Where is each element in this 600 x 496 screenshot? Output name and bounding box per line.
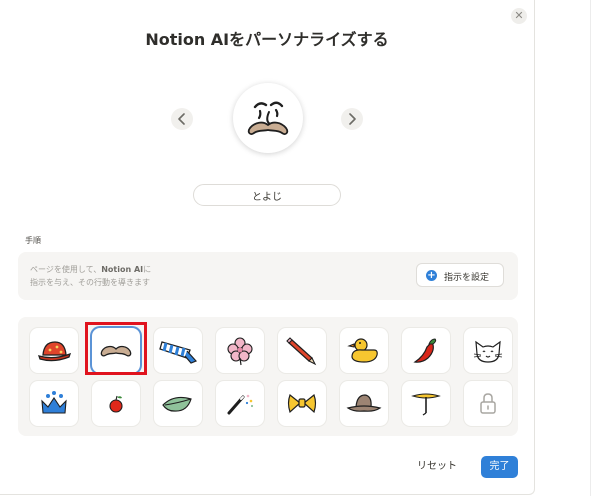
accessory-tile-wand[interactable]: [216, 381, 264, 426]
avatar-name-input[interactable]: [193, 184, 341, 206]
accessory-tile-scarf[interactable]: [154, 328, 202, 373]
red-pencil-icon: [286, 337, 317, 366]
cat-face-icon: [473, 340, 503, 363]
chili-pepper-icon: [413, 338, 437, 363]
set-instructions-label: 指示を設定: [444, 273, 490, 283]
lock-icon: [480, 393, 496, 414]
close-button[interactable]: ✕: [511, 8, 527, 24]
bow-tie-icon: [287, 394, 317, 414]
pink-flower-icon: [227, 337, 253, 366]
window-edge: [590, 0, 591, 496]
chevron-left-icon: [178, 113, 185, 125]
accessory-tile-chili[interactable]: [402, 328, 450, 373]
personalize-dialog: ✕ Notion AIをパーソナライズする 手順 ページを使用: [0, 0, 535, 495]
accessory-tile-leaf[interactable]: [154, 381, 202, 426]
accessory-tile-propeller[interactable]: [402, 381, 450, 426]
leaf-icon: [162, 396, 192, 412]
accessory-tile-mustache[interactable]: [92, 328, 140, 373]
accessory-tile-cat[interactable]: [464, 328, 512, 373]
accessory-tile-duck[interactable]: [340, 328, 388, 373]
previous-avatar-button[interactable]: [171, 108, 193, 130]
reset-button[interactable]: リセット: [417, 457, 457, 472]
magic-wand-icon: [227, 394, 254, 415]
close-icon: ✕: [514, 9, 524, 22]
instructions-panel: ページを使用して、Notion AIに 指示を与え、その行動を導きます + 指示…: [18, 252, 518, 300]
mustache-face-icon: [247, 101, 289, 135]
accessory-tile-crown[interactable]: [30, 381, 78, 426]
apple-icon: [109, 395, 123, 413]
plus-icon: +: [426, 270, 437, 281]
accessory-tile-flower[interactable]: [216, 328, 264, 373]
avatar-face: [233, 83, 303, 153]
accessory-tile-pencil[interactable]: [278, 328, 326, 373]
accessory-tile-brown-hat[interactable]: [340, 381, 388, 426]
striped-scarf-icon: [159, 341, 198, 364]
dialog-title: Notion AIをパーソナライズする: [145, 30, 389, 49]
chevron-right-icon: [349, 113, 356, 125]
instructions-label: 手順: [25, 236, 41, 245]
accessory-grid: [18, 317, 518, 436]
accessory-tile-locked[interactable]: [464, 381, 512, 426]
accessory-tile-bowtie[interactable]: [278, 381, 326, 426]
next-avatar-button[interactable]: [341, 108, 363, 130]
instructions-placeholder[interactable]: ページを使用して、Notion AIに 指示を与え、その行動を導きます: [30, 263, 151, 289]
blue-crown-icon: [41, 391, 67, 414]
accessory-tile-apple[interactable]: [92, 381, 140, 426]
brown-hat-icon: [346, 394, 382, 412]
red-hat-icon: [38, 341, 72, 362]
rubber-duck-icon: [347, 338, 378, 363]
mustache-icon: [100, 345, 132, 357]
done-button[interactable]: 完了: [481, 456, 518, 478]
accessory-tile-red-hat[interactable]: [30, 328, 78, 373]
propeller-icon: [411, 393, 441, 416]
set-instructions-button[interactable]: + 指示を設定: [416, 263, 504, 287]
